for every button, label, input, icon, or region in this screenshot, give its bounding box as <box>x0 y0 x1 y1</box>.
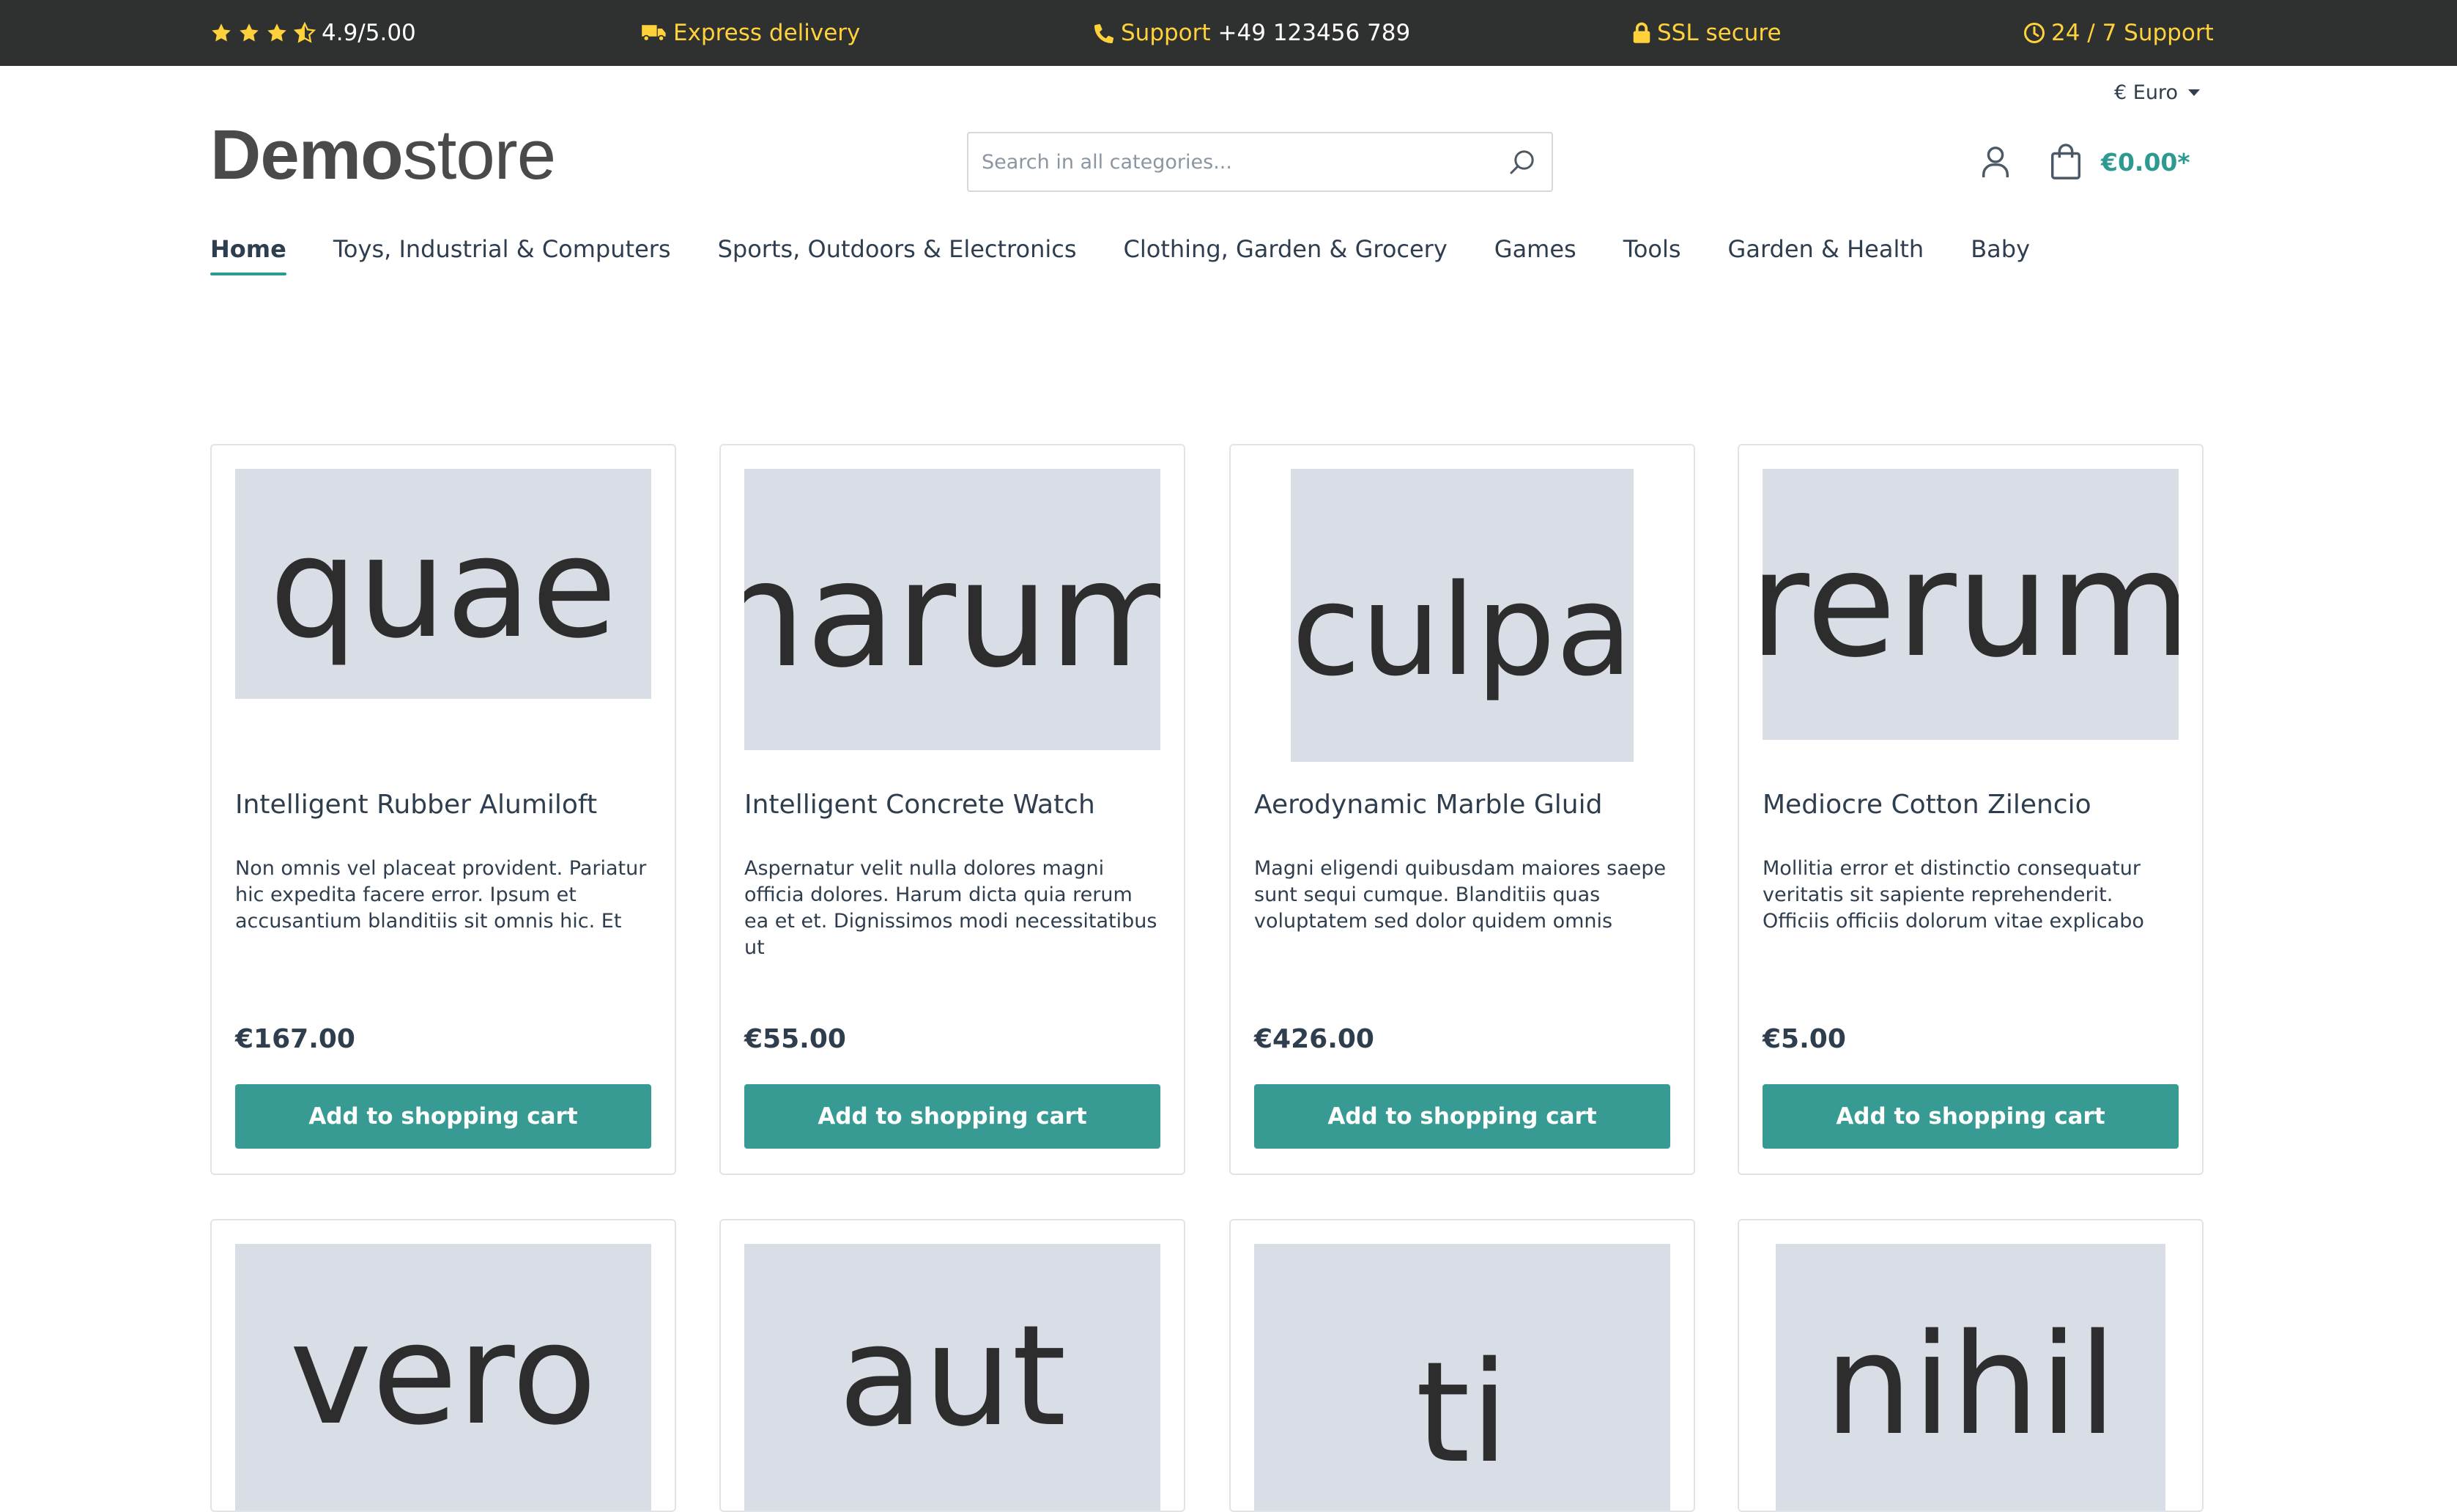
search-box <box>967 132 1553 192</box>
search-button[interactable] <box>1493 133 1552 190</box>
nav-item-garden-health[interactable]: Garden & Health <box>1728 227 1924 271</box>
product-card: nihil <box>1738 1219 2204 1512</box>
logo-light: store <box>402 116 556 194</box>
product-name[interactable]: Mediocre Cotton Zilencio <box>1763 790 2091 820</box>
nav-item-sports-outdoors-electronics[interactable]: Sports, Outdoors & Electronics <box>718 227 1077 271</box>
add-to-cart-button[interactable]: Add to shopping cart <box>1254 1084 1670 1149</box>
ssl-secure: SSL secure <box>1632 0 1782 66</box>
product-image: aut <box>744 1244 1160 1511</box>
logo[interactable]: Demo store <box>210 116 556 194</box>
add-to-cart-button[interactable]: Add to shopping cart <box>1763 1084 2179 1149</box>
product-image-link[interactable]: ti <box>1254 1244 1670 1511</box>
product-image: vero <box>235 1244 651 1511</box>
product-description: Magni eligendi quibusdam maiores saepe s… <box>1254 857 1667 933</box>
account-button[interactable] <box>1979 143 2012 181</box>
product-card: rerum Mediocre Cotton Zilencio Mollitia … <box>1738 444 2204 1175</box>
phone-icon <box>1094 23 1114 43</box>
search-input[interactable] <box>968 134 1493 190</box>
rating-value: 4.9/5.00 <box>322 20 416 46</box>
support-block: Support +49 123456 789 <box>1094 0 1410 66</box>
product-image-link[interactable]: nihil <box>1763 1244 2179 1511</box>
nav-item-tools[interactable]: Tools <box>1623 227 1681 271</box>
rating-block: 4.9/5.00 <box>210 0 416 66</box>
product-card: quae Intelligent Rubber Alumiloft Non om… <box>210 444 676 1175</box>
express-delivery: Express delivery <box>641 0 860 66</box>
product-image-link[interactable]: rerum <box>1763 469 2179 762</box>
truck-icon <box>642 25 666 42</box>
support-phone[interactable]: +49 123456 789 <box>1218 20 1411 46</box>
lock-icon <box>1633 22 1650 43</box>
product-image-link[interactable]: culpa <box>1254 469 1670 762</box>
nav-item-games[interactable]: Games <box>1494 227 1576 271</box>
product-price: €426.00 <box>1254 1024 1374 1054</box>
logo-bold: Demo <box>210 116 404 194</box>
product-card: culpa Aerodynamic Marble Gluid Magni eli… <box>1229 444 1695 1175</box>
user-icon <box>1982 147 2009 178</box>
nav-item-toys-industrial-computers[interactable]: Toys, Industrial & Computers <box>333 227 671 271</box>
cart-total[interactable]: €0.00* <box>2101 144 2190 180</box>
support-label: Support <box>1121 20 1211 46</box>
currency-label: € Euro <box>2114 81 2178 104</box>
ssl-label: SSL secure <box>1657 20 1782 46</box>
shopping-bag-icon <box>2051 144 2080 179</box>
product-card: harum Intelligent Concrete Watch Asperna… <box>719 444 1185 1175</box>
rating-stars <box>210 22 322 44</box>
nav-item-home[interactable]: Home <box>210 227 286 275</box>
caret-down-icon <box>2187 89 2200 96</box>
product-name[interactable]: Intelligent Rubber Alumiloft <box>235 790 597 820</box>
nav-item-clothing-garden-grocery[interactable]: Clothing, Garden & Grocery <box>1124 227 1448 271</box>
product-name[interactable]: Intelligent Concrete Watch <box>744 790 1095 820</box>
express-delivery-label: Express delivery <box>673 20 861 46</box>
currency-dropdown[interactable]: € Euro <box>2114 76 2200 108</box>
product-image-link[interactable]: quae <box>235 469 651 762</box>
top-bar: 4.9/5.00 Express delivery Support +49 12… <box>0 0 2457 66</box>
nav-item-baby[interactable]: Baby <box>1971 227 2030 271</box>
product-description: Aspernatur velit nulla dolores magni off… <box>744 857 1157 959</box>
product-image: nihil <box>1776 1244 2165 1511</box>
add-to-cart-button[interactable]: Add to shopping cart <box>235 1084 651 1149</box>
main-navigation: Home Toys, Industrial & Computers Sports… <box>210 227 2077 275</box>
support-hours: 24 / 7 Support <box>2023 0 2214 66</box>
product-name[interactable]: Aerodynamic Marble Gluid <box>1254 790 1602 820</box>
product-description: Mollitia error et distinctio consequatur… <box>1763 857 2144 933</box>
product-card: ti <box>1229 1219 1695 1512</box>
star-icon <box>212 23 231 42</box>
product-image: ti <box>1254 1244 1670 1511</box>
product-image-link[interactable]: vero <box>235 1244 651 1511</box>
product-image: rerum <box>1763 469 2179 740</box>
product-image-link[interactable]: aut <box>744 1244 1160 1511</box>
product-card: vero <box>210 1219 676 1512</box>
cart-button[interactable] <box>2048 141 2083 182</box>
product-price: €167.00 <box>235 1024 355 1054</box>
product-card: aut <box>719 1219 1185 1512</box>
product-price: €55.00 <box>744 1024 846 1054</box>
half-star-icon <box>294 22 316 43</box>
star-icon <box>240 23 259 42</box>
product-description: Non omnis vel placeat provident. Pariatu… <box>235 857 647 933</box>
product-price: €5.00 <box>1763 1024 1846 1054</box>
add-to-cart-button[interactable]: Add to shopping cart <box>744 1084 1160 1149</box>
product-image-link[interactable]: harum <box>744 469 1160 762</box>
star-icon <box>267 23 286 42</box>
clock-icon <box>2024 23 2045 43</box>
product-image: harum <box>744 469 1160 750</box>
support-hours-label: 24 / 7 Support <box>2051 20 2214 46</box>
search-icon <box>1510 150 1534 174</box>
product-image: culpa <box>1291 469 1634 762</box>
product-image: quae <box>235 469 651 699</box>
